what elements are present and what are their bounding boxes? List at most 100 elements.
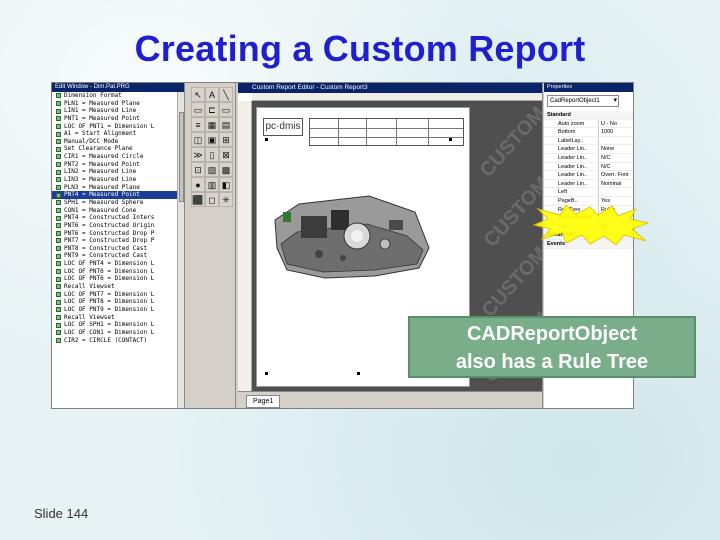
tree-item[interactable]: Recall Viewset [52,283,178,291]
tree-item[interactable]: Manual/DCC Mode [52,138,178,146]
toolbox-button[interactable]: ⊠ [219,147,233,162]
edit-window-title: Edit Window - Dim.Pat.PRG [52,83,184,92]
tree-item[interactable]: LOC OF SPH1 = Dimension L [52,321,178,329]
tree-item[interactable]: Set Clearance Plane [52,145,178,153]
toolbox-button[interactable]: ╲ [219,87,233,102]
property-value[interactable] [598,188,633,196]
tree-item[interactable]: PNT7 = Constructed Drop P [52,237,178,245]
property-value[interactable]: N/C [598,162,633,171]
page-tab[interactable]: Page1 [246,395,281,408]
tree-item[interactable]: PNT2 = Measured Point [52,161,178,169]
tree-item[interactable]: LOC OF PNT9 = Dimension L [52,306,178,314]
tree-item[interactable]: PNT4 = Constructed Inters [52,214,178,222]
tree-item[interactable]: CON1 = Measured Cone [52,207,178,215]
property-value[interactable]: None [598,145,633,153]
toolbox-button[interactable]: ⬛ [191,192,205,207]
toolbox-button[interactable]: ✳ [219,192,233,207]
tree-item-label: SPH1 = Measured Sphere [64,198,144,206]
tree-item-label: PNT4 = Measured Point [64,191,140,199]
tree-item[interactable]: CIR1 = Measured Circle [52,153,178,161]
tree-item[interactable]: LOC OF PNT1 = Dimension L [52,123,178,131]
slide-title: Creating a Custom Report [134,28,586,69]
tree-item[interactable]: PNT6 = Constructed Origin [52,222,178,230]
property-row[interactable]: Leader Lin.. N/C [544,153,633,163]
property-value[interactable]: 1000 [598,128,633,136]
feature-icon [56,269,61,275]
property-value[interactable]: Yes [598,196,633,205]
tree-item[interactable]: SPH1 = Measured Sphere [52,199,178,207]
tree-item[interactable]: PNT6 = Constructed Drop P [52,230,178,238]
property-row[interactable]: Left [544,188,633,197]
tree-item-label: A1 = Start Alignment [64,130,137,138]
toolbox-button[interactable]: ▯ [205,147,219,162]
property-row[interactable]: Leader Lin.. N/C [544,162,633,172]
toolbox-button[interactable]: A [205,87,219,102]
tree-item-label: LOC OF PNT1 = Dimension L [64,122,155,130]
toolbox-button[interactable]: ▣ [205,132,219,147]
property-name: Leader Lin.. [558,154,588,161]
toolbox-button[interactable]: ▩ [219,162,233,177]
tree-item[interactable]: Recall Viewset [52,314,178,322]
tree-item[interactable]: LOC OF PNT4 = Dimension L [52,260,178,268]
feature-icon [56,261,61,267]
property-row[interactable]: Bottom 1000 [544,128,633,137]
toolbox-button[interactable]: ▨ [205,162,219,177]
toolbox-button[interactable]: ⊞ [219,132,233,147]
toolbox-button[interactable]: ▤ [219,117,233,132]
toolbox-button[interactable]: ▭ [219,102,233,117]
edit-window: Edit Window - Dim.Pat.PRG Dimension Form… [52,83,185,408]
toolbox-button[interactable]: ▦ [205,117,219,132]
tree-item[interactable]: PNT8 = Constructed Cast [52,245,178,253]
property-name: Left [558,189,568,196]
tree-item[interactable]: LOC OF PNT8 = Dimension L [52,298,178,306]
feature-icon [56,330,61,336]
property-row[interactable]: LabelLay.. [544,136,633,146]
tree-item[interactable]: LIN2 = Measured Line [52,168,178,176]
tree-item[interactable]: A1 = Start Alignment [52,130,178,138]
tree-item[interactable]: LOC OF CON1 = Dimension L [52,329,178,337]
property-row[interactable]: Auto zoom U - No [544,119,633,129]
tree-item[interactable]: LIN1 = Measured Line [52,107,178,115]
tree-item[interactable]: Dimension Format [52,92,178,100]
object-selector[interactable]: CadReportObject1 [547,95,619,107]
property-value[interactable]: N/C [598,153,633,162]
toolbox-button[interactable]: ◻ [205,192,219,207]
tree-item[interactable]: LOC OF PNT6 = Dimension L [52,275,178,283]
toolbox-button[interactable]: ◫ [191,132,205,147]
tree-item[interactable]: LOC OF PNT6 = Dimension L [52,268,178,276]
tree-scrollbar[interactable] [177,92,184,408]
property-row[interactable]: Leader Lin.. Nominal [544,179,633,189]
tree-item[interactable]: LIN3 = Measured Line [52,176,178,184]
toolbox-button[interactable]: ≡ [191,117,205,132]
toolbox-button[interactable]: ▥ [205,177,219,192]
tree-item-label: PNT9 = Constructed Cast [64,252,148,260]
property-name: Bottom [558,129,576,136]
property-value[interactable]: Nominal [598,179,633,188]
property-row[interactable]: Leader Lin.. Overr. Font [544,171,633,180]
property-value[interactable]: U - No [598,119,633,128]
tree-item[interactable]: PLN3 = Measured Plane [52,184,178,192]
scrollbar-thumb[interactable] [179,112,184,202]
property-row[interactable]: Leader Lin.. None [544,145,633,154]
horizontal-ruler [252,93,542,101]
tree-item[interactable]: PLN1 = Measured Plane [52,100,178,108]
tree-item[interactable]: PNT1 = Measured Point [52,115,178,123]
tree-item[interactable]: LOC OF PNT7 = Dimension L [52,291,178,299]
property-value[interactable] [598,136,633,145]
feature-list[interactable]: Dimension Format PLN1 = Measured Plane LIN… [52,92,178,344]
toolbox-button[interactable]: ↖ [191,87,205,102]
toolbox-button[interactable]: ● [191,177,205,192]
toolbox-button[interactable]: ⊏ [205,102,219,117]
tree-item-label: LOC OF PNT9 = Dimension L [64,305,155,313]
tree-item-label: LOC OF SPH1 = Dimension L [64,321,155,329]
toolbox-button[interactable]: ▭ [191,102,205,117]
toolbox-button[interactable]: ◧ [219,177,233,192]
tree-item[interactable]: CIR2 = CIRCLE (CONTACT) [52,337,178,345]
property-group[interactable]: Standard [544,111,633,120]
property-value[interactable]: Overr. Font [598,171,633,179]
tree-item[interactable]: PNT9 = Constructed Cast [52,252,178,260]
toolbox-button[interactable]: ⊡ [191,162,205,177]
toolbox-button[interactable]: ≫ [191,147,205,162]
tree-item[interactable]: PNT4 = Measured Point [52,191,178,199]
properties-title: Properties [544,83,633,92]
